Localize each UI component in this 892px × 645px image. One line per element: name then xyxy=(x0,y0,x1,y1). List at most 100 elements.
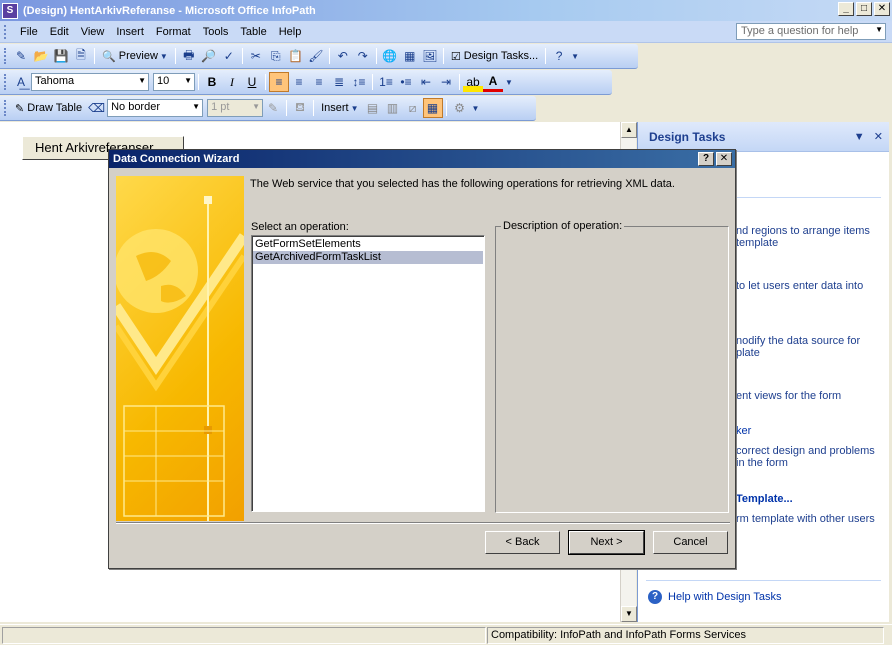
menu-edit[interactable]: Edit xyxy=(44,26,75,38)
shading-icon[interactable]: ⛾ xyxy=(290,98,310,118)
next-button[interactable]: Next > xyxy=(568,530,645,555)
publish-icon[interactable]: 🗎 xyxy=(71,46,91,66)
menu-bar: File Edit View Insert Format Tools Table… xyxy=(0,21,892,43)
italic-button[interactable]: I xyxy=(222,72,242,92)
underline-button[interactable]: U xyxy=(242,72,262,92)
bold-button[interactable]: B xyxy=(202,72,222,92)
redo-icon[interactable]: ↷ xyxy=(353,46,373,66)
menu-insert[interactable]: Insert xyxy=(110,26,150,38)
status-compatibility: Compatibility: InfoPath and InfoPath For… xyxy=(487,627,884,644)
help-with-design-tasks-link[interactable]: ? Help with Design Tasks xyxy=(648,590,782,604)
infopath-app-icon[interactable]: S xyxy=(2,2,18,19)
line-spacing-icon[interactable]: ↕≡ xyxy=(349,72,369,92)
table-icon[interactable]: ▦ xyxy=(400,46,420,66)
border-width-dropdown-icon: ▼ xyxy=(252,102,261,111)
spelling-icon[interactable]: ✓ xyxy=(219,46,239,66)
insert-menu-button[interactable]: Insert ▼ xyxy=(317,98,362,118)
increase-indent-icon[interactable]: ⇥ xyxy=(436,72,456,92)
help-dropdown-icon[interactable]: ▼ xyxy=(875,25,883,34)
undo-icon[interactable]: ↶ xyxy=(333,46,353,66)
toolbar-grip[interactable] xyxy=(4,74,8,90)
highlight-icon[interactable]: ab xyxy=(463,72,483,92)
menu-view[interactable]: View xyxy=(75,26,111,38)
design-form-icon[interactable]: ✎ xyxy=(11,46,31,66)
back-button[interactable]: < Back xyxy=(485,531,560,554)
design-tasks-button[interactable]: ☑ Design Tasks... xyxy=(447,46,542,66)
font-color-icon[interactable]: A xyxy=(483,72,503,92)
dialog-close-button[interactable]: ✕ xyxy=(716,152,732,166)
table-properties-icon[interactable]: ⚙ xyxy=(450,98,470,118)
border-color-icon[interactable]: ✎ xyxy=(263,98,283,118)
border-width-value: 1 pt xyxy=(211,101,230,113)
toolbar-grip[interactable] xyxy=(4,48,8,64)
menubar-grip[interactable] xyxy=(4,24,10,39)
help-search-input[interactable]: Type a question for help ▼ xyxy=(736,23,886,40)
cut-icon[interactable]: ✂ xyxy=(246,46,266,66)
minimize-button[interactable]: _ xyxy=(838,2,854,16)
border-style-select[interactable]: No border ▼ xyxy=(107,99,204,117)
menu-format[interactable]: Format xyxy=(150,26,197,38)
align-right-icon[interactable]: ≡ xyxy=(309,72,329,92)
split-cells-icon[interactable]: ▥ xyxy=(383,98,403,118)
task-desc-views: ent views for the form xyxy=(736,390,842,402)
numbering-icon[interactable]: 1≡ xyxy=(376,72,396,92)
divider xyxy=(646,580,881,581)
menu-tools[interactable]: Tools xyxy=(197,26,235,38)
separator xyxy=(241,48,243,64)
preview-icon: 🔍 xyxy=(102,50,116,63)
task-link-design-checker[interactable]: ker xyxy=(736,425,886,437)
maximize-button[interactable]: □ xyxy=(856,2,872,16)
copy-icon[interactable]: ⎘ xyxy=(266,46,286,66)
border-width-select[interactable]: 1 pt ▼ xyxy=(207,99,264,117)
picture-icon[interactable]: 🖼 xyxy=(420,46,440,66)
save-icon[interactable]: 💾 xyxy=(51,46,71,66)
print-icon[interactable]: 🖶 xyxy=(179,46,199,66)
scroll-up-icon[interactable]: ▲ xyxy=(621,122,637,138)
window-controls: _ □ ✕ xyxy=(838,2,890,16)
menu-file[interactable]: File xyxy=(14,26,44,38)
help-icon[interactable]: ? xyxy=(549,46,569,66)
font-name-dropdown-icon: ▼ xyxy=(138,76,146,85)
scroll-down-icon[interactable]: ▼ xyxy=(621,606,637,622)
align-left-icon[interactable]: ≡ xyxy=(269,72,289,92)
show-gridlines-icon[interactable]: ▦ xyxy=(422,98,443,118)
toolbar-grip[interactable] xyxy=(4,100,8,116)
task-pane-header: Design Tasks xyxy=(638,122,889,152)
insert-label: Insert xyxy=(321,102,349,114)
paste-icon[interactable]: 📋 xyxy=(286,46,306,66)
task-desc-layout: nd regions to arrange items template xyxy=(736,225,870,249)
bullets-icon[interactable]: •≡ xyxy=(396,72,416,92)
close-button[interactable]: ✕ xyxy=(874,2,890,16)
font-size-dropdown-icon: ▼ xyxy=(184,76,192,85)
dialog-help-button[interactable]: ? xyxy=(698,152,714,166)
operation-item-getarchivedformtasklist[interactable]: GetArchivedFormTaskList xyxy=(253,251,483,264)
font-name-select[interactable]: Tahoma ▼ xyxy=(31,73,149,91)
justify-icon[interactable]: ≣ xyxy=(329,72,349,92)
styles-icon[interactable]: A͟ xyxy=(11,72,31,92)
format-painter-icon[interactable]: 🖌 xyxy=(306,46,326,66)
open-folder-icon[interactable]: 📂 xyxy=(31,46,51,66)
preview-button[interactable]: 🔍 Preview ▼ xyxy=(98,46,172,66)
toolbar-options-icon[interactable]: ▼ xyxy=(505,78,513,87)
draw-table-button[interactable]: ✎ Draw Table xyxy=(11,98,86,118)
decrease-indent-icon[interactable]: ⇤ xyxy=(416,72,436,92)
font-size-select[interactable]: 10 ▼ xyxy=(153,73,195,91)
menu-help[interactable]: Help xyxy=(273,26,308,38)
print-preview-icon[interactable]: 🔎 xyxy=(199,46,219,66)
merge-cells-icon[interactable]: ▤ xyxy=(363,98,383,118)
menu-table[interactable]: Table xyxy=(234,26,272,38)
toolbar-options-icon[interactable]: ▼ xyxy=(472,104,480,113)
task-pane-menu-icon[interactable]: ▼ xyxy=(854,131,865,143)
eraser-icon[interactable]: ⌫ xyxy=(86,98,107,118)
operation-listbox[interactable]: GetFormSetElements GetArchivedFormTaskLi… xyxy=(251,235,485,512)
cancel-button[interactable]: Cancel xyxy=(653,531,728,554)
align-center-icon[interactable]: ≡ xyxy=(289,72,309,92)
diagonal-icon[interactable]: ⧄ xyxy=(403,98,423,118)
status-bar: Compatibility: InfoPath and InfoPath For… xyxy=(0,624,892,645)
task-pane-close-icon[interactable]: ✕ xyxy=(874,131,883,143)
toolbar-options-icon[interactable]: ▼ xyxy=(571,52,579,61)
task-link-publish-template[interactable]: Template... xyxy=(736,493,886,505)
operation-item-getformsetelements[interactable]: GetFormSetElements xyxy=(253,238,483,251)
hyperlink-icon[interactable]: 🌐 xyxy=(380,46,400,66)
wizard-banner-image xyxy=(116,176,244,521)
